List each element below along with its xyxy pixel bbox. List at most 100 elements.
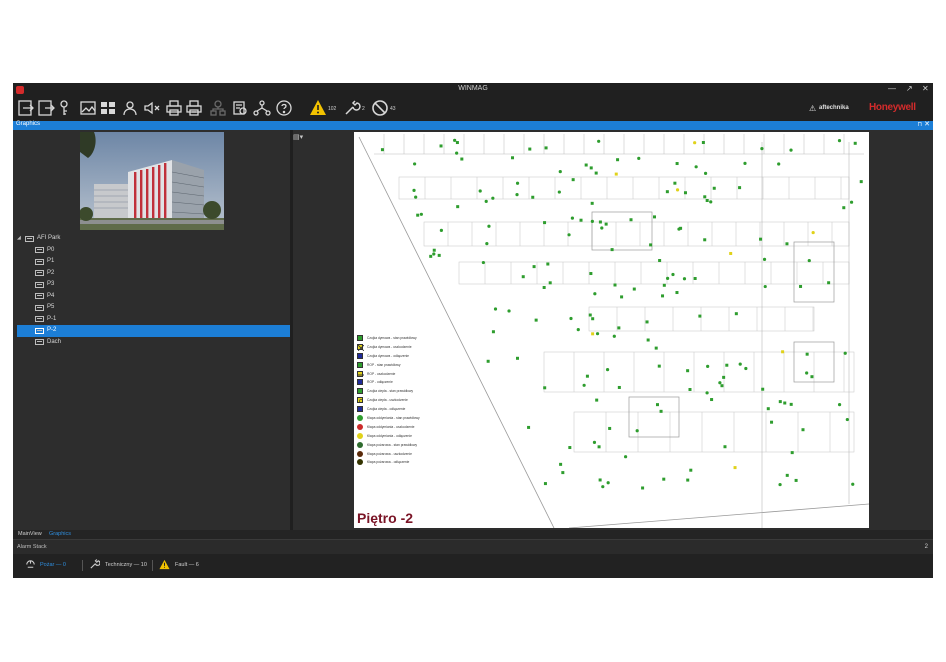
user-button[interactable] bbox=[121, 99, 139, 117]
device-marker bbox=[543, 221, 547, 225]
device-marker bbox=[515, 181, 520, 185]
device-marker bbox=[738, 186, 742, 190]
navigation-panel: ◢ AFI Park P0 P1 P2 P3 P4 P5 P-1 P-2 Dach bbox=[13, 130, 290, 530]
legend-label: Czujka dymowa - odłączenie bbox=[367, 353, 409, 358]
device-marker bbox=[527, 425, 531, 429]
device-marker bbox=[785, 242, 789, 246]
network-button[interactable] bbox=[209, 99, 227, 117]
device-marker bbox=[722, 375, 726, 379]
device-marker bbox=[785, 473, 789, 477]
device-marker bbox=[790, 451, 794, 455]
close-button[interactable]: ✕ bbox=[922, 84, 929, 93]
tree-button[interactable] bbox=[253, 99, 271, 117]
pin-icon[interactable]: ⊓ bbox=[917, 121, 922, 128]
device-marker bbox=[588, 313, 592, 317]
close-panel-icon[interactable]: ✕ bbox=[924, 120, 930, 128]
device-marker bbox=[851, 482, 855, 486]
tree-root-label: AFI Park bbox=[37, 235, 61, 241]
print-icon bbox=[166, 100, 182, 116]
user-icon bbox=[123, 101, 137, 116]
fire-alarm-status[interactable]: Pożar — 0 bbox=[40, 562, 66, 568]
legend-symbol-icon bbox=[357, 432, 363, 439]
tree-item-p2[interactable]: P2 bbox=[17, 268, 290, 280]
device-marker bbox=[657, 364, 661, 368]
tree-item-p0[interactable]: P0 bbox=[17, 245, 290, 257]
tab-mainview[interactable]: MainView bbox=[18, 531, 42, 537]
device-marker bbox=[485, 242, 489, 246]
device-marker bbox=[437, 253, 441, 257]
device-marker bbox=[763, 284, 767, 289]
login-icon bbox=[18, 100, 34, 116]
device-marker bbox=[662, 477, 666, 481]
tree-root[interactable]: ◢ AFI Park bbox=[17, 233, 290, 245]
tree-item-label: Dach bbox=[47, 338, 62, 345]
disabled-counter[interactable] bbox=[371, 99, 389, 117]
device-marker bbox=[515, 192, 519, 197]
floor-title: Piętro -2 bbox=[357, 510, 414, 526]
grid-button[interactable] bbox=[99, 99, 117, 117]
fire-alarm-icon bbox=[26, 560, 35, 568]
device-marker bbox=[693, 276, 697, 280]
device-marker bbox=[665, 190, 669, 194]
parking-row bbox=[573, 411, 855, 453]
device-marker bbox=[635, 429, 639, 433]
layer-selector-icon[interactable]: ▤▾ bbox=[293, 133, 303, 141]
tree-item-p-1[interactable]: P-1 bbox=[17, 314, 290, 326]
fault-status[interactable]: Fault — 6 bbox=[175, 562, 199, 568]
key-button[interactable] bbox=[55, 99, 73, 117]
device-marker bbox=[516, 356, 520, 360]
device-marker bbox=[591, 332, 595, 336]
device-marker bbox=[531, 195, 535, 199]
floor-plan[interactable]: Czujka dymowa - stan prawidłowy Czujka dy… bbox=[354, 132, 869, 528]
expand-arrow-icon[interactable]: ◢ bbox=[17, 233, 21, 245]
device-marker bbox=[703, 238, 707, 242]
mute-button[interactable] bbox=[143, 99, 161, 117]
tree-item-p5[interactable]: P5 bbox=[17, 302, 290, 314]
maximize-button[interactable]: ↗ bbox=[906, 84, 913, 93]
device-marker bbox=[729, 251, 733, 255]
tab-graphics[interactable]: Graphics bbox=[49, 531, 71, 537]
device-marker bbox=[723, 445, 727, 449]
device-marker bbox=[734, 312, 738, 316]
device-marker bbox=[543, 482, 547, 486]
tree-item-p1[interactable]: P1 bbox=[17, 256, 290, 268]
warning-icon bbox=[159, 559, 170, 570]
tree-item-p-2[interactable]: P-2 bbox=[17, 325, 290, 337]
device-marker bbox=[654, 346, 658, 350]
legend-symbol-icon bbox=[357, 397, 363, 404]
technical-counter[interactable] bbox=[343, 99, 361, 117]
device-marker bbox=[576, 328, 580, 332]
floor-map-icon bbox=[35, 316, 44, 322]
device-marker bbox=[781, 350, 785, 354]
tree-item-p3[interactable]: P3 bbox=[17, 279, 290, 291]
graphics-view: ▤▾ Czujka dymowa - stan prawidłowy Czujka… bbox=[293, 130, 933, 530]
device-marker bbox=[453, 138, 457, 142]
legend-symbol-icon bbox=[357, 406, 363, 413]
location-tree: ◢ AFI Park P0 P1 P2 P3 P4 P5 P-1 P-2 Dach bbox=[17, 233, 290, 348]
device-marker bbox=[744, 366, 748, 371]
device-marker bbox=[478, 189, 482, 193]
legend-label: Czujka ciepła - uszkodzenie bbox=[367, 398, 408, 403]
technical-status[interactable]: Techniczny — 10 bbox=[105, 562, 147, 568]
network-disabled-icon bbox=[210, 100, 226, 116]
tree-item-p4[interactable]: P4 bbox=[17, 291, 290, 303]
alarm-summary-bar: Pożar — 0 Techniczny — 10 Fault — 6 bbox=[13, 554, 933, 578]
device-marker bbox=[853, 141, 857, 145]
device-marker bbox=[675, 188, 680, 192]
print-all-button[interactable] bbox=[185, 99, 203, 117]
login-button[interactable] bbox=[17, 99, 35, 117]
tree-item-dach[interactable]: Dach bbox=[17, 337, 290, 349]
minimize-button[interactable]: — bbox=[888, 84, 896, 93]
report-button[interactable] bbox=[231, 99, 249, 117]
help-button[interactable] bbox=[275, 99, 293, 117]
warning-counter[interactable] bbox=[309, 99, 327, 117]
logout-button[interactable] bbox=[37, 99, 55, 117]
device-marker bbox=[842, 206, 846, 210]
device-marker bbox=[616, 158, 620, 162]
device-marker bbox=[645, 320, 649, 324]
device-marker bbox=[590, 201, 594, 205]
print-button[interactable] bbox=[165, 99, 183, 117]
technical-count: 2 bbox=[362, 106, 365, 112]
wrench-icon bbox=[90, 559, 100, 569]
graphics-button[interactable] bbox=[79, 99, 97, 117]
